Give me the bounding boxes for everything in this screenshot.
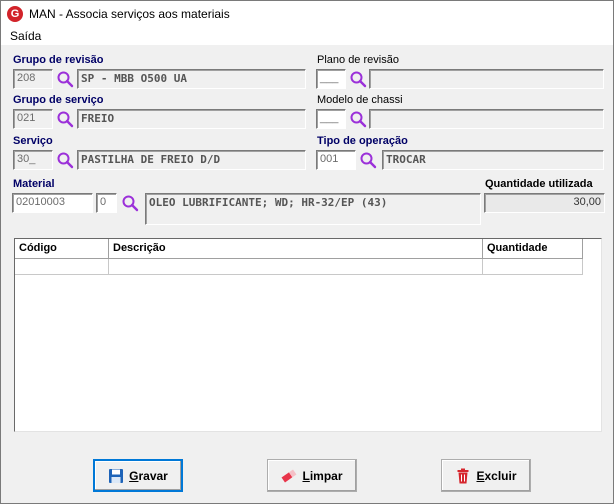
menu-item-saida[interactable]: Saída [1,29,51,43]
material-code-field[interactable]: 02010003 [12,193,93,213]
quantidade-label: Quantidade utilizada [485,178,593,190]
app-logo-icon: G [7,6,23,22]
table-row[interactable] [15,259,583,275]
gravar-button-label: Gravar [129,468,168,483]
materials-grid[interactable]: Código Descrição Quantidade [14,238,602,432]
material-digit-field[interactable]: 0 [96,193,117,213]
grupo-servico-search-icon[interactable] [56,110,74,128]
limpar-button-label: Limpar [302,468,343,483]
tipo-operacao-desc-field: TROCAR [382,150,604,170]
eraser-icon [282,469,297,482]
servico-search-icon[interactable] [56,151,74,169]
material-label: Material [13,178,55,190]
save-floppy-icon [109,468,124,483]
grupo-servico-desc-field: FREIO [77,109,306,129]
tipo-operacao-code-field[interactable]: 001 [316,150,356,170]
gravar-button[interactable]: Gravar [93,459,183,492]
grid-col-descricao[interactable]: Descrição [109,239,483,259]
grupo-servico-code-field[interactable]: 021 [13,109,53,129]
grid-col-quantidade[interactable]: Quantidade [483,239,583,259]
grupo-servico-label: Grupo de serviço [13,94,104,106]
tipo-operacao-label: Tipo de operação [317,135,408,147]
grid-cell[interactable] [109,259,483,275]
grupo-revisao-label: Grupo de revisão [13,54,104,66]
grupo-revisao-code-field[interactable]: 208 [13,69,53,89]
grid-col-codigo[interactable]: Código [15,239,109,259]
excluir-button[interactable]: Excluir [441,459,531,492]
modelo-chassi-search-icon[interactable] [349,110,367,128]
modelo-chassi-desc-field [369,109,604,129]
quantidade-field[interactable]: 30,00 [484,193,605,213]
servico-label: Serviço [13,135,53,147]
tipo-operacao-search-icon[interactable] [359,151,377,169]
plano-revisao-label: Plano de revisão [317,54,399,66]
trash-icon [457,468,469,483]
grid-cell[interactable] [483,259,583,275]
modelo-chassi-code-field[interactable]: ___ [316,109,346,129]
servico-code-field[interactable]: 30_ [13,150,53,170]
limpar-button[interactable]: Limpar [267,459,357,492]
grupo-revisao-desc-field: SP - MBB O500 UA [77,69,306,89]
window-title: MAN - Associa serviços aos materiais [29,7,230,21]
title-bar: G MAN - Associa serviços aos materiais [1,1,613,27]
menu-bar: Saída [1,27,613,45]
plano-revisao-search-icon[interactable] [349,70,367,88]
plano-revisao-code-field[interactable]: ___ [316,69,346,89]
grupo-revisao-search-icon[interactable] [56,70,74,88]
grid-header: Código Descrição Quantidade [15,239,583,259]
main-window: G MAN - Associa serviços aos materiais S… [0,0,614,504]
material-search-icon[interactable] [121,194,139,212]
excluir-button-label: Excluir [476,468,517,483]
plano-revisao-desc-field [369,69,604,89]
grid-cell[interactable] [15,259,109,275]
modelo-chassi-label: Modelo de chassi [317,94,403,106]
servico-desc-field: PASTILHA DE FREIO D/D [77,150,306,170]
material-desc-field: OLEO LUBRIFICANTE; WD; HR-32/EP (43) [145,193,481,225]
